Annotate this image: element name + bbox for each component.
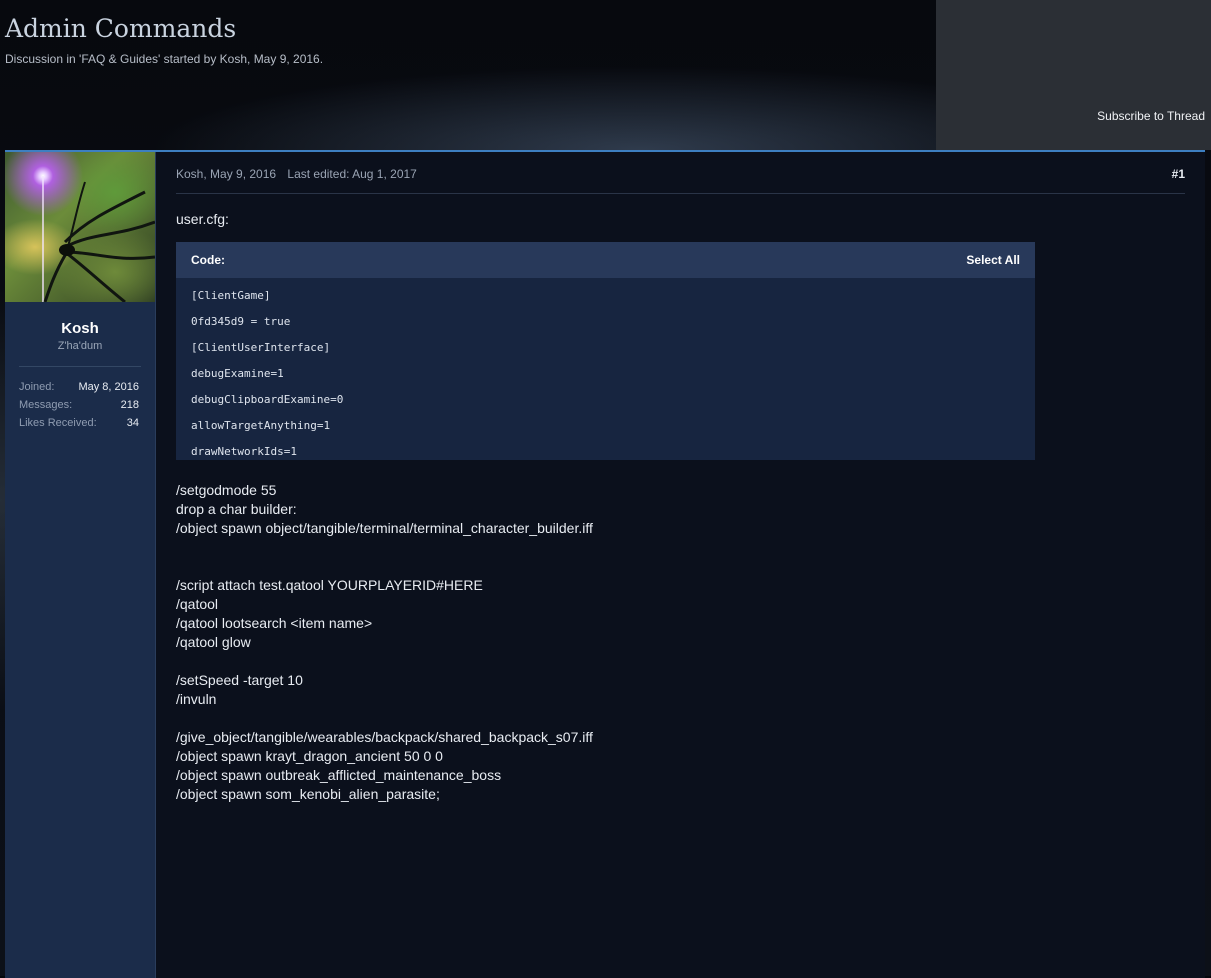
command-line: /object spawn outbreak_afflicted_mainten… bbox=[176, 767, 502, 783]
code-line: drawNetworkIds=1 bbox=[191, 445, 297, 458]
command-line: /qatool glow bbox=[176, 634, 251, 650]
code-line: debugExamine=1 bbox=[191, 367, 284, 380]
stat-label: Joined: bbox=[19, 381, 55, 393]
command-line: /invuln bbox=[176, 691, 217, 707]
stat-value: 34 bbox=[126, 417, 139, 429]
post-container: Kosh Z'ha'dum Joined: May 8, 2016 Messag… bbox=[5, 150, 1205, 978]
command-line: /qatool lootsearch <item name> bbox=[176, 615, 373, 631]
post-meta: Kosh, May 9, 2016 Last edited: Aug 1, 20… bbox=[176, 167, 425, 181]
avatar-artwork bbox=[42, 176, 155, 302]
meta-divider bbox=[176, 193, 1185, 194]
command-line: /object spawn object/tangible/terminal/t… bbox=[176, 520, 593, 536]
post-content: Kosh, May 9, 2016 Last edited: Aug 1, 20… bbox=[156, 152, 1205, 978]
header-side-panel bbox=[936, 0, 1211, 150]
stat-likes: Likes Received: 34 bbox=[19, 414, 139, 432]
stat-label: Likes Received: bbox=[19, 417, 97, 429]
command-line bbox=[176, 538, 593, 557]
code-line: [ClientUserInterface] bbox=[191, 341, 331, 354]
command-line: /setgodmode 55 bbox=[176, 482, 277, 498]
code-label: Code: bbox=[191, 253, 225, 267]
code-line: 0fd345d9 = true bbox=[191, 315, 291, 328]
command-line: /object spawn krayt_dragon_ancient 50 0 … bbox=[176, 748, 443, 764]
user-title: Z'ha'dum bbox=[57, 340, 103, 352]
code-line: [ClientGame] bbox=[191, 289, 271, 302]
select-all-button[interactable]: Select All bbox=[966, 253, 1020, 267]
post-author-date-link[interactable]: Kosh, May 9, 2016 bbox=[176, 167, 276, 181]
post-last-edited: Last edited: Aug 1, 2017 bbox=[287, 167, 417, 181]
command-line bbox=[176, 709, 593, 728]
stat-value: May 8, 2016 bbox=[78, 381, 139, 393]
stat-joined: Joined: May 8, 2016 bbox=[19, 378, 139, 396]
command-line: drop a char builder: bbox=[176, 501, 297, 517]
command-line: /qatool bbox=[176, 596, 219, 612]
thread-description: Discussion in 'FAQ & Guides' started by … bbox=[5, 52, 324, 66]
avatar[interactable] bbox=[5, 152, 155, 302]
code-lines[interactable]: [ClientGame] 0fd345d9 = true [ClientUser… bbox=[176, 278, 1035, 465]
code-block: Code: Select All [ClientGame] 0fd345d9 =… bbox=[176, 242, 1035, 460]
code-line: debugClipboardExamine=0 bbox=[191, 393, 344, 406]
user-stats: Joined: May 8, 2016 Messages: 218 Likes … bbox=[19, 378, 139, 432]
user-divider bbox=[19, 366, 141, 367]
code-header: Code: Select All bbox=[176, 242, 1035, 278]
command-line: /give_object/tangible/wearables/backpack… bbox=[176, 729, 593, 745]
stat-messages: Messages: 218 bbox=[19, 396, 139, 414]
post-commands: /setgodmode 55 drop a char builder: /obj… bbox=[176, 481, 593, 804]
command-line: /object spawn som_kenobi_alien_parasite; bbox=[176, 786, 440, 802]
command-line: /setSpeed -target 10 bbox=[176, 672, 303, 688]
command-line bbox=[176, 652, 593, 671]
post-permalink[interactable]: #1 bbox=[1172, 167, 1185, 181]
subscribe-to-thread-link[interactable]: Subscribe to Thread bbox=[1097, 109, 1205, 123]
user-info-panel: Kosh Z'ha'dum Joined: May 8, 2016 Messag… bbox=[5, 152, 156, 978]
stat-value[interactable]: 218 bbox=[121, 396, 139, 414]
page-title: Admin Commands bbox=[5, 14, 237, 43]
username-link[interactable]: Kosh bbox=[5, 320, 155, 337]
code-line: allowTargetAnything=1 bbox=[191, 419, 331, 432]
stat-label: Messages: bbox=[19, 399, 73, 411]
command-line: /script attach test.qatool YOURPLAYERID#… bbox=[176, 577, 483, 593]
command-line bbox=[176, 557, 593, 576]
post-intro-text: user.cfg: bbox=[176, 211, 229, 227]
